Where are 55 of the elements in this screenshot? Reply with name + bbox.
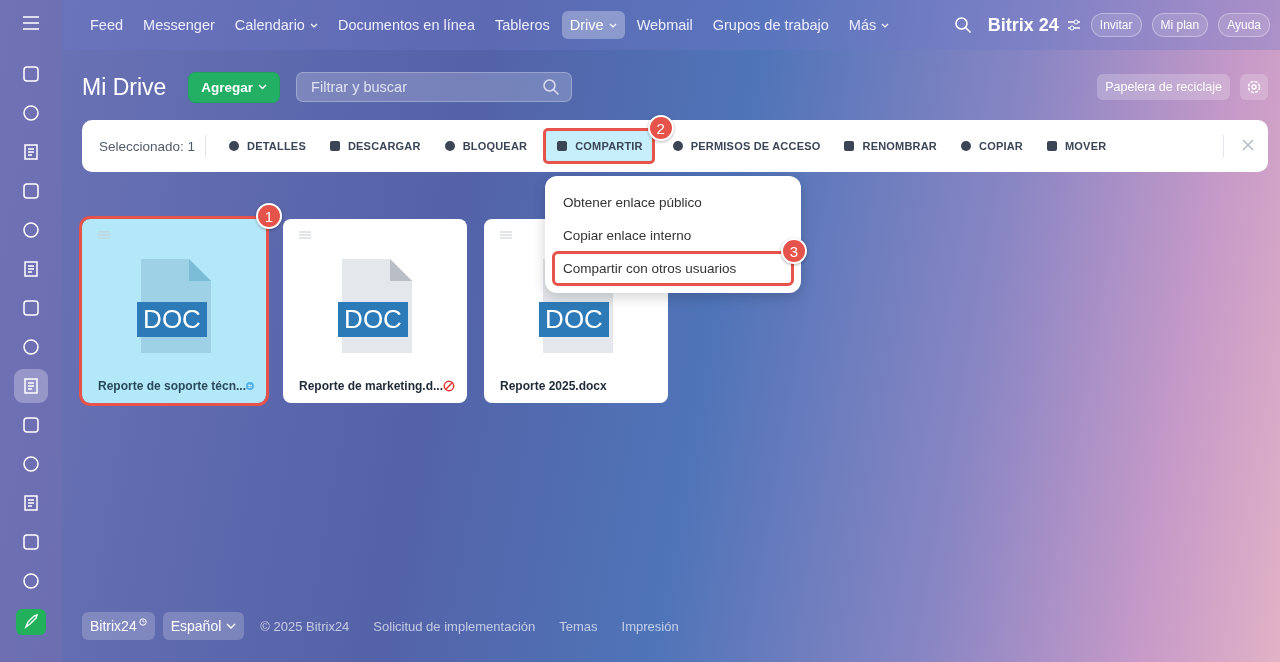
clock-icon xyxy=(138,618,147,626)
search-icon xyxy=(542,78,561,96)
nav-tab[interactable]: Documentos en línea xyxy=(329,11,483,39)
file-name: Reporte de soporte técn... xyxy=(98,379,247,393)
header-button[interactable]: Ayuda xyxy=(1218,13,1270,37)
settings-icon[interactable] xyxy=(1240,74,1268,100)
recycle-bin-button[interactable]: Papelera de reciclaje xyxy=(1097,74,1230,100)
toolbar-button[interactable]: DETALLES xyxy=(218,131,315,161)
toolbar-button[interactable]: MOVER xyxy=(1036,131,1116,161)
add-button[interactable]: Agregar xyxy=(188,71,281,103)
step-number-badge: 2 xyxy=(647,115,674,141)
menu-item[interactable]: Obtener enlace público xyxy=(555,188,791,217)
toolbar-button[interactable]: COPIAR xyxy=(950,131,1032,161)
document-icon xyxy=(21,259,41,279)
shared-icon xyxy=(246,379,254,393)
drag-handle-icon[interactable] xyxy=(500,231,512,239)
footer-link[interactable]: Temas xyxy=(559,618,598,634)
sidebar-item[interactable] xyxy=(14,369,48,403)
toolbar-button[interactable]: RENOMBRAR xyxy=(833,131,946,161)
search-icon[interactable] xyxy=(953,16,972,34)
blocked-icon xyxy=(443,379,455,393)
step-number-badge: 3 xyxy=(781,238,807,264)
toolbar-button[interactable]: DESCARGAR xyxy=(318,131,430,161)
caret-icon xyxy=(226,623,237,629)
nav-tab[interactable]: Feed xyxy=(82,11,132,39)
nav-tab[interactable]: Calendario xyxy=(226,11,326,39)
toolbar-button[interactable]: COMPARTIR xyxy=(546,131,652,161)
file-name: Reporte 2025.docx xyxy=(500,379,607,393)
nav-tab[interactable]: Tableros xyxy=(486,11,558,39)
page-title: Mi Drive xyxy=(82,73,167,101)
caret-icon xyxy=(608,22,617,28)
brand-button[interactable]: Bitrix24 xyxy=(82,612,155,640)
language-dropdown[interactable]: Español xyxy=(162,612,245,640)
selection-count: Seleccionado: 1 xyxy=(99,138,196,154)
caret-icon xyxy=(258,84,268,90)
nav-tab[interactable]: Drive xyxy=(561,11,625,39)
file-card[interactable]: DOC Reporte de soporte técn... xyxy=(82,219,266,403)
drag-handle-icon[interactable] xyxy=(299,231,311,239)
logo: Bitrix 24 xyxy=(987,14,1059,36)
nav-tab[interactable]: Webmail xyxy=(628,11,701,39)
footer-link[interactable]: Impresión xyxy=(621,618,679,634)
caret-icon xyxy=(881,22,890,28)
header-button[interactable]: Mi plan xyxy=(1151,13,1209,37)
caret-icon xyxy=(309,22,318,28)
header-button[interactable]: Invitar xyxy=(1090,13,1142,37)
copyright-text: © 2025 Bitrix24 xyxy=(260,618,350,634)
file-card[interactable]: DOC Reporte de marketing.d... xyxy=(283,219,467,403)
toolbar-button[interactable]: BLOQUEAR xyxy=(433,131,537,161)
nav-tab[interactable]: Más xyxy=(840,11,898,39)
footer-link[interactable]: Solicitud de implementación xyxy=(373,618,536,634)
nav-tab[interactable]: Messenger xyxy=(135,11,223,39)
file-name: Reporte de marketing.d... xyxy=(299,379,444,393)
nav-tab[interactable]: Grupos de trabajo xyxy=(704,11,837,39)
step-number-badge: 1 xyxy=(256,203,282,229)
sliders-icon[interactable] xyxy=(1066,19,1081,31)
